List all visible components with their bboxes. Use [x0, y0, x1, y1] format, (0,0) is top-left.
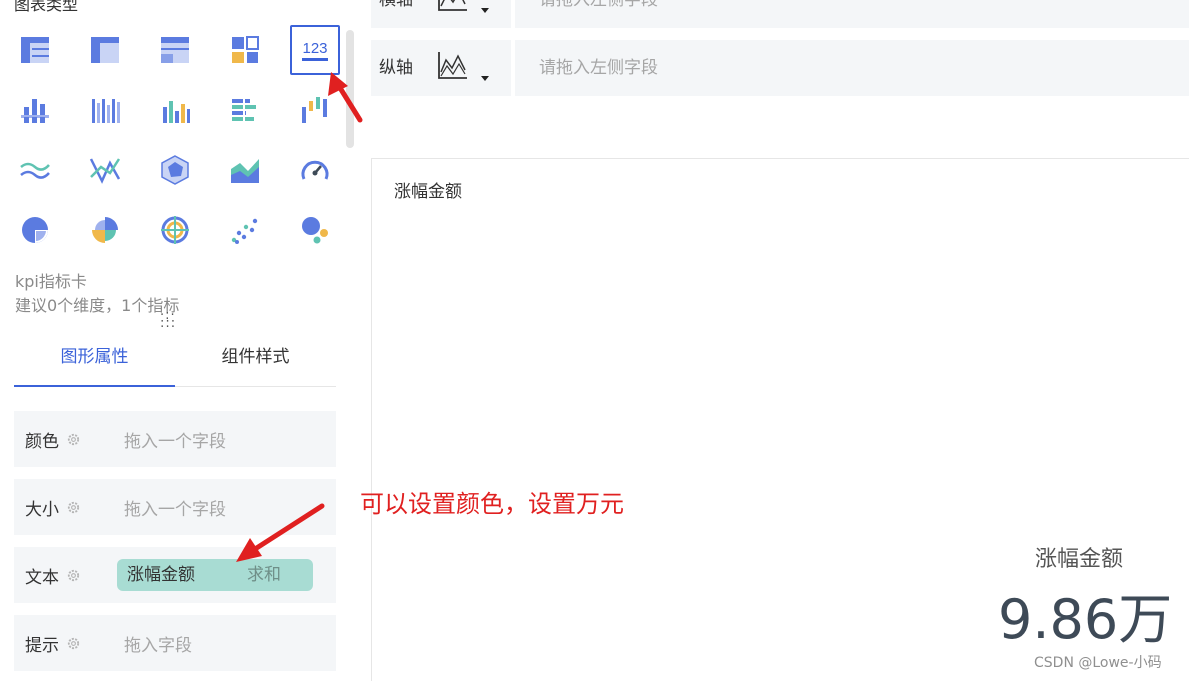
property-color-placeholder: 拖入一个字段: [124, 431, 226, 452]
chart-type-radar[interactable]: [150, 145, 200, 195]
property-tabs: 图形属性 组件样式: [14, 328, 336, 387]
x-axis-label: 横轴: [379, 0, 413, 10]
waterfall-icon: [302, 97, 327, 123]
area-chart-icon: [231, 159, 259, 183]
x-axis-dropdown-caret[interactable]: [481, 8, 489, 13]
property-size-label: 大小: [25, 495, 65, 520]
y-axis-label-box[interactable]: 纵轴: [371, 40, 511, 96]
property-color-label-text: 颜色: [25, 431, 59, 452]
block-chart-icon: [232, 36, 259, 63]
kpi-card-icon-text: 123: [302, 40, 327, 57]
chart-type-stacked-bar[interactable]: [10, 85, 60, 135]
bubble-icon: [302, 217, 328, 244]
stacked-bar-icon: [21, 99, 49, 123]
table-icon: [21, 37, 49, 63]
kpi-value: 9.86万: [998, 588, 1173, 651]
property-tooltip-row[interactable]: 提示 拖入字段: [14, 615, 336, 671]
chart-type-gauge[interactable]: [290, 145, 340, 195]
property-text-row[interactable]: 文本 涨幅金额 求和: [14, 547, 336, 603]
radar-chart-icon: [161, 155, 189, 185]
panel-resize-handle[interactable]: ·:·:::: [160, 309, 176, 330]
x-axis-row: 横轴 请拖入左侧字段: [371, 0, 1189, 28]
preview-title: 涨幅金额: [394, 182, 462, 202]
chart-type-kpi-card[interactable]: 123: [290, 25, 340, 75]
line-chart-icon: [20, 162, 50, 179]
property-tooltip-label: 提示: [25, 631, 65, 656]
chart-type-grouped-bar[interactable]: [80, 85, 130, 135]
property-tooltip-placeholder: 拖入字段: [124, 635, 192, 656]
tab-graphic-properties[interactable]: 图形属性: [14, 328, 175, 387]
left-panel: 图表类型 123 kpi指标卡 建议0个维度，1个指标 ·:·::: 图形属性…: [0, 0, 360, 680]
property-size-placeholder: 拖入一个字段: [124, 499, 226, 520]
gear-icon[interactable]: [66, 432, 81, 447]
chart-type-block[interactable]: [220, 25, 270, 75]
chart-type-table[interactable]: [10, 25, 60, 75]
y-axis-row: 纵轴 请拖入左侧字段: [371, 40, 1189, 96]
y-axis-placeholder: 请拖入左侧字段: [539, 58, 658, 78]
detail-table-icon: [161, 37, 189, 63]
chart-type-line[interactable]: [10, 145, 60, 195]
chart-preview: 涨幅金额 涨幅金额 9.86万: [371, 158, 1189, 681]
gear-icon[interactable]: [66, 636, 81, 651]
chart-type-rose[interactable]: [80, 205, 130, 255]
property-color-label: 颜色: [25, 427, 65, 452]
x-axis-drop-zone[interactable]: 请拖入左侧字段: [515, 0, 1189, 28]
chart-type-ring[interactable]: [150, 205, 200, 255]
property-size-label-text: 大小: [25, 499, 59, 520]
kpi-label: 涨幅金额: [1035, 547, 1124, 572]
chart-types-title: 图表类型: [14, 0, 79, 14]
selected-chart-type-hint: 建议0个维度，1个指标: [15, 296, 180, 315]
ring-chart-icon: [161, 216, 189, 244]
gauge-icon: [301, 160, 329, 180]
y-axis-drop-zone[interactable]: 请拖入左侧字段: [515, 40, 1189, 96]
property-text-label: 文本: [25, 563, 65, 588]
property-size-row[interactable]: 大小 拖入一个字段: [14, 479, 336, 535]
rose-chart-icon: [92, 217, 118, 243]
chart-type-combo[interactable]: [80, 145, 130, 195]
gear-icon[interactable]: [66, 500, 81, 515]
property-tooltip-label-text: 提示: [25, 635, 59, 656]
text-field-name: 涨幅金额: [127, 565, 195, 585]
column-chart-icon: [163, 101, 190, 123]
chart-type-area[interactable]: [220, 145, 270, 195]
scatter-icon: [231, 218, 258, 244]
chart-type-detail-table[interactable]: [150, 25, 200, 75]
chart-type-bubble[interactable]: [290, 205, 340, 255]
chart-type-waterfall[interactable]: [290, 85, 340, 135]
chart-type-scatter[interactable]: [220, 205, 270, 255]
y-axis-dropdown-caret[interactable]: [481, 76, 489, 81]
y-axis-label: 纵轴: [379, 58, 413, 78]
tab-component-style[interactable]: 组件样式: [175, 328, 336, 386]
cross-table-icon: [91, 37, 119, 63]
x-axis-placeholder: 请拖入左侧字段: [539, 0, 658, 10]
pie-chart-icon: [22, 217, 48, 243]
chart-type-column[interactable]: [150, 85, 200, 135]
axis-chart-icon: [438, 0, 467, 11]
chart-type-scrollbar[interactable]: [346, 30, 354, 148]
grouped-bar-icon: [92, 99, 120, 123]
x-axis-label-box[interactable]: 横轴: [371, 0, 511, 28]
chart-type-cross-table[interactable]: [80, 25, 130, 75]
property-color-row[interactable]: 颜色 拖入一个字段: [14, 411, 336, 467]
text-field-aggregation[interactable]: 求和: [247, 559, 281, 591]
axis-chart-icon: [438, 52, 467, 79]
watermark: CSDN @Lowe-小码: [1034, 655, 1162, 671]
text-field-pill[interactable]: 涨幅金额 求和: [117, 559, 313, 591]
chart-type-pie[interactable]: [10, 205, 60, 255]
combo-chart-icon: [89, 158, 121, 184]
kpi-card-icon: 123: [302, 40, 328, 61]
gear-icon[interactable]: [66, 568, 81, 583]
horizontal-bar-icon: [232, 97, 256, 123]
property-text-label-text: 文本: [25, 567, 59, 588]
selected-chart-type-name: kpi指标卡: [15, 272, 87, 291]
annotation-text: 可以设置颜色，设置万元: [360, 490, 624, 518]
chart-type-horizontal-bar[interactable]: [220, 85, 270, 135]
